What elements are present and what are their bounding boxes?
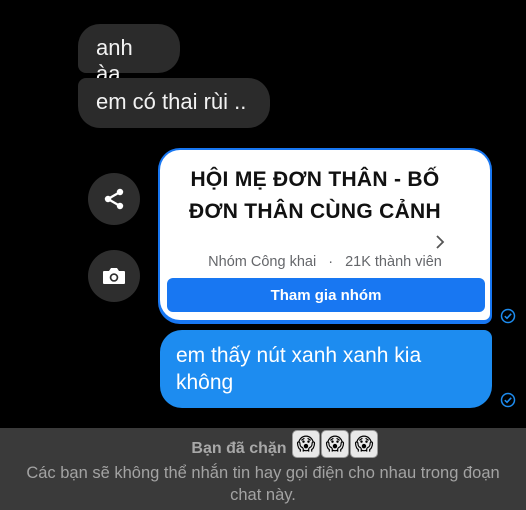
incoming-message[interactable]: anh àa: [78, 24, 180, 86]
blocked-description: Các bạn sẽ không thể nhắn tin hay gọi đi…: [26, 464, 500, 504]
sent-check-icon: [500, 392, 516, 408]
screaming-face-emoji: 😱: [321, 430, 349, 458]
group-meta: Nhóm Công khai · 21K thành viên: [160, 254, 490, 270]
group-title[interactable]: HỘI MẸ ĐƠN THÂN - BỐ ĐƠN THÂN CÙNG CẢNH: [170, 164, 460, 228]
sent-check-icon: [500, 308, 516, 324]
blocked-banner: Bạn đã chặn Các bạn sẽ không thể nhắn ti…: [0, 428, 526, 510]
group-share-card[interactable]: HỘI MẸ ĐƠN THÂN - BỐ ĐƠN THÂN CÙNG CẢNH …: [158, 148, 492, 324]
blocked-title: Bạn đã chặn: [0, 440, 526, 458]
share-icon: [104, 188, 124, 210]
camera-button[interactable]: [88, 250, 140, 302]
screaming-face-emoji: 😱: [292, 430, 320, 458]
emoji-sticker-group: 😱 😱 😱: [292, 430, 378, 458]
join-group-button[interactable]: Tham gia nhóm: [167, 278, 485, 312]
screaming-face-emoji: 😱: [350, 430, 378, 458]
incoming-message[interactable]: em có thai rùi ..: [78, 78, 270, 128]
meta-separator: ·: [328, 254, 334, 270]
group-members: 21K thành viên: [345, 254, 442, 270]
camera-icon: [103, 268, 125, 284]
chevron-right-icon[interactable]: [434, 234, 446, 250]
share-button[interactable]: [88, 173, 140, 225]
blocked-title-text: Bạn đã chặn: [191, 440, 287, 457]
outgoing-message[interactable]: em thấy nút xanh xanh kia không: [160, 330, 492, 408]
group-privacy: Nhóm Công khai: [208, 254, 317, 270]
